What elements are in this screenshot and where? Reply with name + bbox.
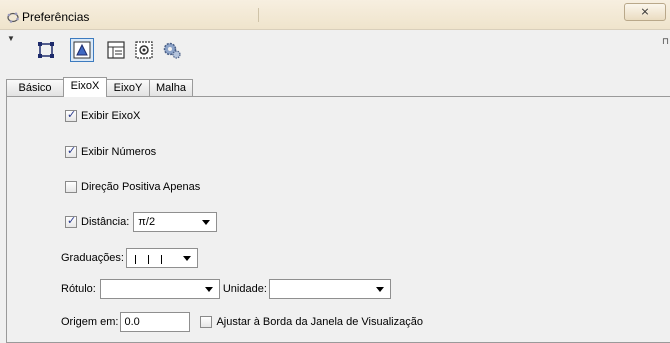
show-axis-checkbox[interactable] [65,108,77,122]
tab-eixox[interactable]: EixoX [63,77,107,97]
tab-eixoy[interactable]: EixoY [106,79,150,96]
tab-basico[interactable]: Básico [6,79,64,96]
show-axis-row: Exibir EixoX [65,108,141,122]
eixox-panel: Exibir EixoX Exibir Números Direção Posi… [6,96,670,343]
show-axis-label: Exibir EixoX [81,110,141,122]
distance-value: π/2 [138,216,156,228]
toolbar-menu-arrow-icon[interactable]: ▼ [7,34,15,43]
chevron-down-icon [202,220,211,225]
toolbar: ▼ ⊓ [0,30,670,70]
ticks-label: Graduações: [61,252,124,264]
axis-label-label: Rótulo: [61,283,96,295]
distance-label: Distância: [81,216,130,228]
unit-label: Unidade: [222,283,267,295]
algebra-view-icon[interactable] [104,38,128,62]
close-button[interactable]: ⨯ [624,3,666,21]
show-numbers-row: Exibir Números [65,144,157,158]
ticks-select[interactable] [125,248,198,268]
distance-checkbox[interactable] [65,214,77,228]
positive-only-row: Direção Positiva Apenas [65,181,200,193]
chevron-down-icon [375,287,384,292]
positive-only-label: Direção Positiva Apenas [81,181,201,193]
unit-select[interactable] [268,279,391,299]
label-unit-row: Rótulo: Unidade: [61,279,391,299]
show-numbers-label: Exibir Números [81,146,157,158]
geogebra-icon [7,12,19,23]
origin-input-field[interactable] [121,313,190,331]
tab-malha[interactable]: Malha [149,79,193,96]
graphics-icon[interactable] [34,38,58,62]
origin-label: Origem em: [61,316,119,328]
chevron-down-icon [182,256,191,261]
snap-to-border-label: Ajustar à Borda da Janela de Visualizaçã… [216,316,423,328]
window-title: Preferências [22,10,90,24]
chevron-down-icon [204,287,213,292]
origin-input[interactable] [120,312,191,332]
ticks-marks-icon [129,253,168,265]
ticks-row: Graduações: [61,248,198,268]
distance-select[interactable]: π/2 [133,212,218,232]
advanced-settings-icon[interactable] [160,38,184,62]
positive-only-checkbox[interactable] [65,181,77,193]
dock-icon[interactable]: ⊓ [662,36,669,47]
distance-row: Distância: π/2 [65,212,218,232]
title-divider [258,8,259,22]
axis-label-select[interactable] [99,279,220,299]
snap-to-border-checkbox[interactable] [200,316,213,328]
title-bar: Preferências ⨯ [0,0,670,30]
origin-row: Origem em: Ajustar à Borda da Janela de … [61,312,423,332]
show-numbers-checkbox[interactable] [65,144,77,158]
defaults-icon[interactable] [132,38,156,62]
graphics-view-icon[interactable] [70,38,94,62]
